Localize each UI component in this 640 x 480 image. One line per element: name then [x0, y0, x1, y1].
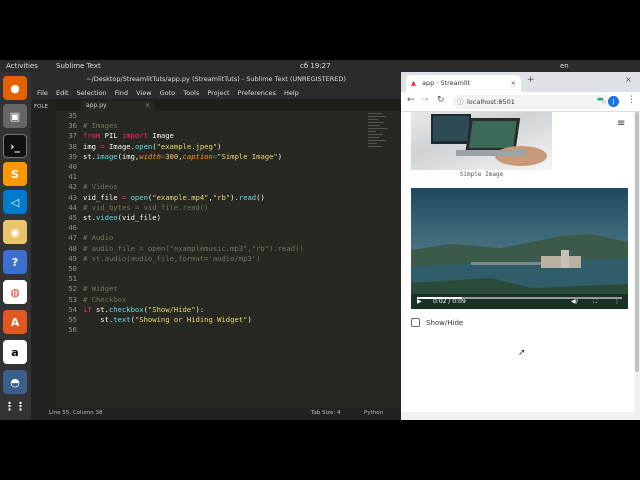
help-icon[interactable]: ?: [3, 250, 27, 274]
show-apps-icon[interactable]: ⋮⋮: [3, 394, 27, 418]
browser-tabstrip: ▲ app · Streamlit × + ×: [401, 72, 640, 92]
software-center-icon[interactable]: A: [3, 310, 27, 334]
terminal-icon[interactable]: ›_: [3, 134, 27, 158]
hamburger-menu-icon[interactable]: ≡: [617, 118, 625, 129]
show-hide-checkbox[interactable]: [411, 318, 420, 327]
sidebar-folders-label: FOLE: [34, 104, 49, 110]
show-hide-checkbox-row[interactable]: Show/Hide: [411, 317, 561, 329]
address-bar[interactable]: ⓘ localhost:8501 ☆: [453, 95, 611, 109]
line-number: 50: [68, 264, 77, 274]
cursor-position: Line 55, Column 38: [49, 410, 103, 416]
line-number: 54: [68, 304, 77, 314]
line-number: 43: [68, 192, 77, 202]
line-number: 47: [68, 233, 77, 243]
reload-icon[interactable]: ↻: [437, 95, 445, 105]
menu-edit[interactable]: Edit: [56, 89, 69, 97]
language-indicator[interactable]: en: [560, 60, 569, 72]
chrome-browser-window: ▲ app · Streamlit × + × ← → ↻ ⓘ localhos…: [401, 72, 640, 420]
extension-icon[interactable]: ▬: [597, 95, 604, 103]
tab-size-selector[interactable]: Tab Size: 4: [311, 407, 340, 420]
info-icon: ⓘ: [457, 98, 464, 106]
line-number-gutter: 35 36 37 38 39 40 41 42 43 44 45 46 47 4…: [55, 111, 79, 407]
video-player[interactable]: ▶ 0:02 / 0:09 ◀) ⛶ ⋮: [411, 188, 628, 309]
vertical-scrollbar-thumb[interactable]: [635, 112, 639, 372]
menu-selection[interactable]: Selection: [77, 89, 107, 97]
line-number: 37: [68, 131, 77, 141]
line-number: 35: [68, 111, 77, 120]
menu-find[interactable]: Find: [115, 89, 128, 97]
chrome-icon[interactable]: ◍: [3, 280, 27, 304]
menu-help[interactable]: Help: [284, 89, 299, 97]
editor-sidebar[interactable]: FOLE: [31, 99, 55, 407]
streamlit-favicon-icon: ▲: [411, 79, 416, 87]
laptop-photo: [431, 114, 547, 166]
code-area[interactable]: # Images from PIL import Image img = Ima…: [83, 111, 363, 407]
line-number: 49: [68, 253, 77, 263]
syntax-selector[interactable]: Python: [364, 407, 383, 420]
new-tab-icon[interactable]: +: [527, 75, 535, 85]
avatar[interactable]: J: [608, 96, 619, 107]
image-caption: Simple Image: [459, 171, 504, 178]
files-icon[interactable]: ▣: [3, 104, 27, 128]
line-number: 41: [68, 172, 77, 182]
activities-button[interactable]: Activities: [6, 60, 38, 72]
video-frame: [411, 188, 628, 309]
close-window-icon[interactable]: ×: [625, 75, 632, 84]
amazon-icon[interactable]: a: [3, 340, 27, 364]
line-number: 48: [68, 243, 77, 253]
kebab-menu-icon[interactable]: ⋮: [627, 95, 636, 105]
line-number: 55: [68, 315, 77, 325]
line-number: 44: [68, 202, 77, 212]
close-icon[interactable]: ×: [511, 75, 516, 92]
dock: ● ▣ ›_ S ◁ ◉ ? ◍ A a ◓ ⋮⋮: [0, 72, 31, 420]
sublime-editor-window: ~/Desktop/StreamlitTuts/app.py (Streamli…: [31, 72, 401, 420]
browser-tab-title: app · Streamlit: [422, 79, 471, 87]
minimap-graphic: [368, 113, 388, 147]
tab-label: app.py: [86, 102, 107, 109]
browser-tab[interactable]: ▲ app · Streamlit ×: [406, 75, 521, 92]
sublime-text-icon[interactable]: S: [3, 162, 27, 186]
editor-title: ~/Desktop/StreamlitTuts/app.py (Streamli…: [31, 72, 401, 87]
back-icon[interactable]: ←: [407, 95, 415, 105]
menu-file[interactable]: File: [37, 89, 48, 97]
line-number: 39: [68, 151, 77, 161]
menu-goto[interactable]: Goto: [160, 89, 176, 97]
simple-image: [411, 112, 552, 170]
forward-icon[interactable]: →: [421, 95, 429, 105]
video-progress-track[interactable]: [417, 297, 622, 299]
streamlit-page: ≡ Simple Image ▶ 0:02 / 0:09 ◀) ⛶ ⋮ Show…: [401, 112, 640, 412]
line-number: 46: [68, 223, 77, 233]
firefox-icon[interactable]: ●: [3, 76, 27, 100]
minimap[interactable]: [366, 111, 401, 171]
line-number: 53: [68, 294, 77, 304]
editor-menubar: File Edit Selection Find View Goto Tools…: [31, 87, 401, 99]
menu-tools[interactable]: Tools: [183, 89, 199, 97]
url-text: localhost:8501: [467, 98, 515, 106]
menu-view[interactable]: View: [136, 89, 151, 97]
line-number: 52: [68, 284, 77, 294]
line-number: 45: [68, 213, 77, 223]
tab-app-py[interactable]: app.py ×: [81, 101, 154, 111]
camera-icon[interactable]: ◉: [3, 220, 27, 244]
close-icon[interactable]: ×: [145, 101, 150, 111]
browser-toolbar: ← → ↻ ⓘ localhost:8501 ☆ ▬ J ⋮: [401, 92, 640, 112]
checkbox-label: Show/Hide: [426, 319, 464, 327]
line-number: 36: [68, 121, 77, 131]
mouse-cursor-icon: ➚: [518, 348, 526, 358]
menu-project[interactable]: Project: [207, 89, 229, 97]
editor-statusbar: Line 55, Column 38 Tab Size: 4 Python: [31, 407, 401, 420]
disk-icon[interactable]: ◓: [3, 370, 27, 394]
menu-preferences[interactable]: Preferences: [238, 89, 276, 97]
line-number: 40: [68, 162, 77, 172]
line-number: 38: [68, 141, 77, 151]
clock[interactable]: сб 19:27: [300, 60, 331, 72]
line-number: 42: [68, 182, 77, 192]
vscode-icon[interactable]: ◁: [3, 190, 27, 214]
line-number: 51: [68, 274, 77, 284]
video-progress-fill: [417, 297, 463, 299]
system-topbar: Activities Sublime Text сб 19:27 en: [0, 60, 640, 72]
line-number: 56: [68, 325, 77, 335]
app-menu[interactable]: Sublime Text: [56, 60, 101, 72]
horizontal-scrollbar[interactable]: [401, 412, 640, 420]
